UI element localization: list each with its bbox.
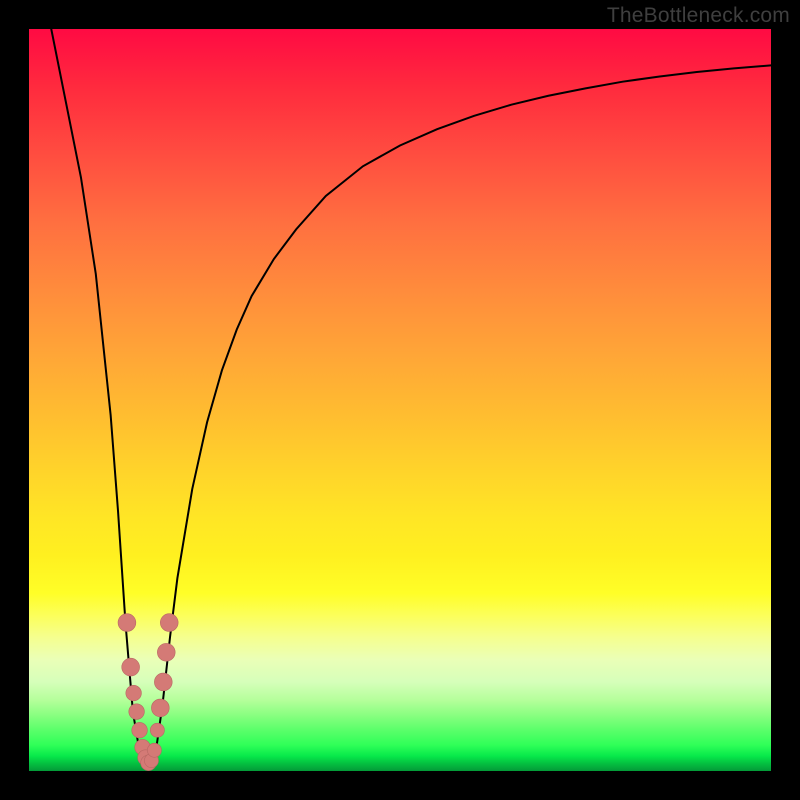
marker-dot [126, 685, 142, 701]
marker-dot [151, 699, 169, 717]
marker-dot [154, 673, 172, 691]
marker-dot [118, 614, 136, 632]
watermark-text: TheBottleneck.com [607, 4, 790, 28]
marker-dot [122, 658, 140, 676]
curve-layer [29, 29, 771, 771]
marker-dot [129, 704, 145, 720]
marker-dot [147, 743, 161, 757]
marker-dot [157, 643, 175, 661]
marker-dot [160, 614, 178, 632]
marker-dot [132, 722, 148, 738]
marker-dot [150, 723, 164, 737]
plot-frame [29, 29, 771, 771]
